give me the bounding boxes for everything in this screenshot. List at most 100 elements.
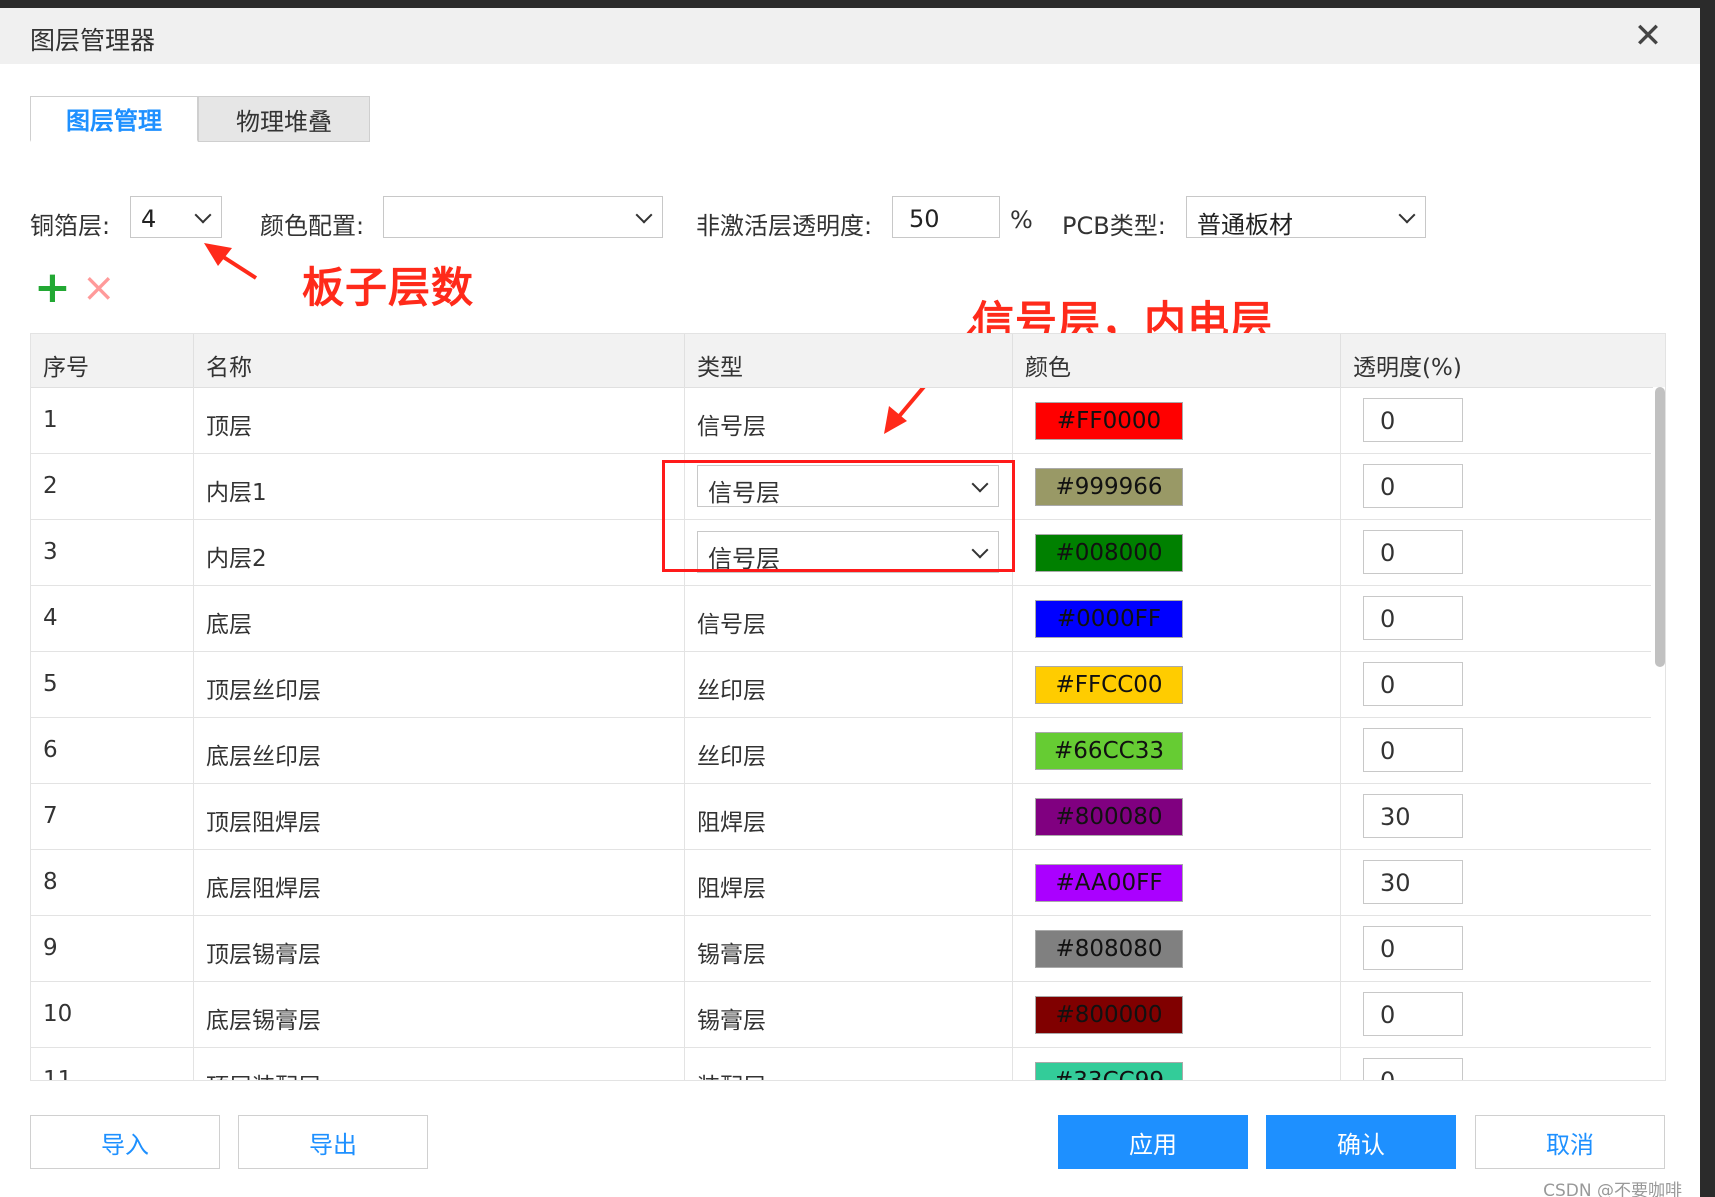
cell-color: #800000 — [1013, 981, 1341, 1047]
cell-color: #FF0000 — [1013, 387, 1341, 453]
color-swatch[interactable]: #33CC99 — [1035, 1062, 1183, 1080]
cancel-button[interactable]: 取消 — [1475, 1115, 1665, 1169]
pcb-type-label: PCB类型: — [1062, 212, 1166, 240]
color-swatch[interactable]: #FF0000 — [1035, 402, 1183, 440]
cell-opacity: 0 — [1341, 453, 1651, 519]
table-row[interactable]: 11顶层装配层装配层 #33CC99 0 — [31, 1047, 1651, 1080]
tab-layer-management[interactable]: 图层管理 — [30, 96, 198, 142]
cell-opacity: 30 — [1341, 783, 1651, 849]
cell-name: 顶层装配层 — [194, 1047, 685, 1080]
cell-type: 阻焊层 — [685, 783, 1013, 849]
color-swatch[interactable]: #0000FF — [1035, 600, 1183, 638]
chevron-down-icon — [1398, 206, 1416, 224]
tab-physical-stackup[interactable]: 物理堆叠 — [198, 96, 370, 142]
color-swatch[interactable]: #800080 — [1035, 798, 1183, 836]
color-swatch[interactable]: #808080 — [1035, 930, 1183, 968]
header-type: 类型 — [685, 334, 1013, 387]
cell-opacity: 0 — [1341, 981, 1651, 1047]
color-swatch[interactable]: #800000 — [1035, 996, 1183, 1034]
color-swatch[interactable]: #008000 — [1035, 534, 1183, 572]
pcb-type-select[interactable]: 普通板材 — [1186, 196, 1426, 239]
close-icon[interactable]: ✕ — [1630, 18, 1666, 54]
cell-opacity: 0 — [1341, 387, 1651, 453]
color-config-select[interactable] — [383, 196, 663, 238]
title-bar: 图层管理器 ✕ — [0, 8, 1700, 64]
cell-index: 8 — [31, 849, 194, 915]
opacity-input[interactable]: 0 — [1363, 662, 1463, 706]
copper-layers-select[interactable]: 4 — [130, 196, 222, 238]
table-row[interactable]: 5 顶层丝印层 丝印层 #FFCC00 0 — [31, 651, 1651, 718]
cell-index: 6 — [31, 717, 194, 783]
cell-opacity: 0 — [1341, 585, 1651, 651]
inactive-opacity-value: 50 — [909, 205, 940, 233]
table-row[interactable]: 7 顶层阻焊层 阻焊层 #800080 30 — [31, 783, 1651, 850]
cell-index: 10 — [31, 981, 194, 1047]
copper-layers-value: 4 — [141, 205, 157, 233]
cell-name: 底层丝印层 — [194, 717, 685, 783]
cell-opacity: 0 — [1341, 915, 1651, 981]
inactive-opacity-label: 非激活层透明度: — [696, 212, 873, 240]
opacity-input[interactable]: 0 — [1363, 1058, 1463, 1080]
layer-table: 序号 名称 类型 颜色 透明度(%) 1 顶层 信号层 #FF0000 0 2 内层1 信号层… — [30, 333, 1666, 1081]
confirm-button[interactable]: 确认 — [1266, 1115, 1456, 1169]
color-swatch[interactable]: #FFCC00 — [1035, 666, 1183, 704]
cell-opacity: 0 — [1341, 1047, 1651, 1080]
cell-name: 顶层锡膏层 — [194, 915, 685, 981]
cell-name: 顶层阻焊层 — [194, 783, 685, 849]
header-color: 颜色 — [1013, 334, 1341, 387]
cell-type: 锡膏层 — [685, 981, 1013, 1047]
inactive-opacity-input[interactable]: 50 — [892, 196, 1000, 238]
export-button[interactable]: 导出 — [238, 1115, 428, 1169]
annotation-layer-count: 板子层数 — [302, 263, 475, 312]
opacity-input[interactable]: 0 — [1363, 530, 1463, 574]
table-row[interactable]: 6 底层丝印层 丝印层 #66CC33 0 — [31, 717, 1651, 784]
color-swatch[interactable]: #999966 — [1035, 468, 1183, 506]
color-swatch[interactable]: #66CC33 — [1035, 732, 1183, 770]
opacity-input[interactable]: 0 — [1363, 464, 1463, 508]
annotation-highlight-box — [662, 460, 1015, 572]
table-header: 序号 名称 类型 颜色 透明度(%) — [31, 334, 1665, 388]
cell-name: 顶层 — [194, 387, 685, 453]
apply-button[interactable]: 应用 — [1058, 1115, 1248, 1169]
cell-type: 丝印层 — [685, 717, 1013, 783]
add-layer-icon[interactable]: + — [34, 266, 71, 310]
copper-layers-label: 铜箔层: — [30, 212, 111, 240]
header-index: 序号 — [31, 334, 194, 387]
opacity-input[interactable]: 30 — [1363, 794, 1463, 838]
color-swatch[interactable]: #AA00FF — [1035, 864, 1183, 902]
cell-color: #33CC99 — [1013, 1047, 1341, 1080]
cell-index: 5 — [31, 651, 194, 717]
cell-index: 11 — [31, 1047, 194, 1080]
opacity-input[interactable]: 0 — [1363, 728, 1463, 772]
opacity-input[interactable]: 0 — [1363, 596, 1463, 640]
opacity-input[interactable]: 30 — [1363, 860, 1463, 904]
opacity-input[interactable]: 0 — [1363, 398, 1463, 442]
opacity-input[interactable]: 0 — [1363, 926, 1463, 970]
tab-bar: 图层管理 物理堆叠 — [30, 96, 370, 144]
header-name: 名称 — [194, 334, 685, 387]
cell-color: #FFCC00 — [1013, 651, 1341, 717]
opacity-input[interactable]: 0 — [1363, 992, 1463, 1036]
color-config-label: 颜色配置: — [260, 212, 365, 240]
import-button[interactable]: 导入 — [30, 1115, 220, 1169]
cell-type: 装配层 — [685, 1047, 1013, 1080]
cell-index: 1 — [31, 387, 194, 453]
table-row[interactable]: 1 顶层 信号层 #FF0000 0 — [31, 387, 1651, 454]
table-row[interactable]: 8 底层阻焊层 阻焊层 #AA00FF 30 — [31, 849, 1651, 916]
arrow-line-copper — [212, 249, 258, 280]
cell-opacity: 30 — [1341, 849, 1651, 915]
table-scrollbar[interactable] — [1653, 387, 1665, 1080]
cell-name: 底层锡膏层 — [194, 981, 685, 1047]
table-row[interactable]: 10 底层锡膏层 锡膏层 #800000 0 — [31, 981, 1651, 1048]
cell-color: #AA00FF — [1013, 849, 1341, 915]
arrow-head-copper — [204, 243, 232, 266]
cell-name: 内层1 — [194, 453, 685, 519]
layer-manager-dialog: 图层管理器 ✕ 图层管理 物理堆叠 铜箔层: 4 颜色配置: 非激活层透明度: … — [0, 8, 1700, 1197]
table-row[interactable]: 9 顶层锡膏层 锡膏层 #808080 0 — [31, 915, 1651, 982]
scrollbar-thumb[interactable] — [1655, 387, 1665, 667]
cell-index: 7 — [31, 783, 194, 849]
cell-index: 9 — [31, 915, 194, 981]
delete-layer-icon[interactable]: × — [82, 268, 116, 308]
chevron-down-icon — [635, 206, 653, 224]
table-row[interactable]: 4 底层 信号层 #0000FF 0 — [31, 585, 1651, 652]
